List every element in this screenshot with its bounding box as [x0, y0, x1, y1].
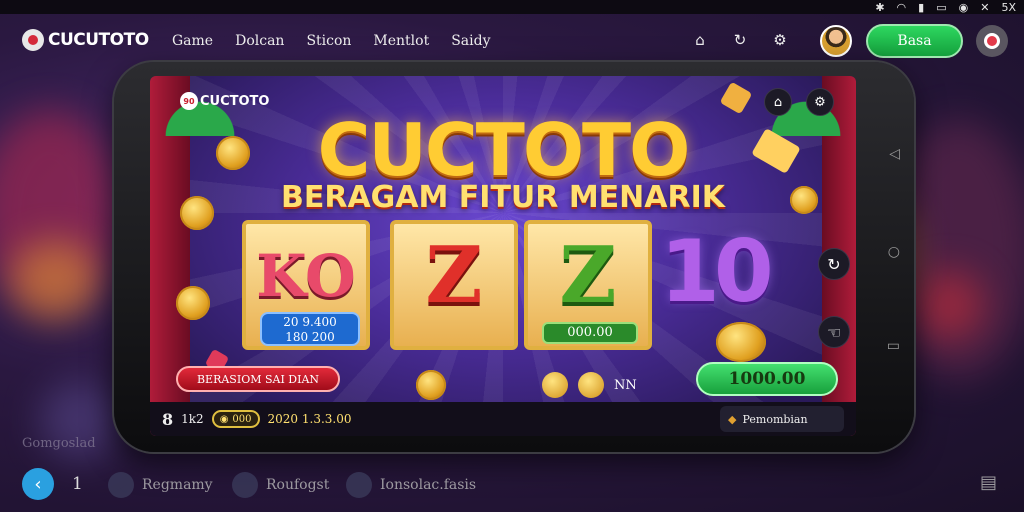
coin-icon	[578, 372, 604, 398]
main-nav: Game Dolcan Sticon Mentlot Saidy	[172, 33, 491, 49]
phone-back-icon[interactable]: ◁	[889, 146, 900, 162]
footer-item-icon	[108, 472, 134, 498]
treasure-icon: ◆	[728, 412, 737, 426]
refresh-icon[interactable]: ↻	[818, 248, 850, 280]
wifi-icon: ◠	[896, 0, 907, 14]
alarm-icon: ◉	[958, 0, 969, 14]
mini-label: NN	[614, 377, 637, 393]
battery-icon: ▭	[936, 0, 947, 14]
phone-frame: ◁ ○ ▭ 90 CUCTOTO ⌂ ⚙ CUCTOTO BERAGAM FIT…	[114, 62, 914, 452]
reel-symbol: KO	[256, 242, 356, 310]
reel-3: Z 000.00	[524, 220, 652, 350]
menu-icon[interactable]: ▤	[980, 472, 997, 493]
reel-symbol: Z	[559, 230, 617, 321]
nav-item-game[interactable]: Game	[172, 33, 213, 49]
header-icons: ⌂ ↻ ⚙	[690, 30, 790, 50]
footer-item-3[interactable]: Ionsolac.fasis	[346, 472, 476, 498]
reel-1: KO 20 9.400 180 200	[242, 220, 370, 350]
reel-info-line: 20 9.400	[283, 315, 337, 329]
level-value: 8	[162, 409, 174, 429]
reel-info-line: 180 200	[285, 330, 335, 344]
login-button[interactable]: Basa	[866, 24, 963, 58]
phone-home-icon[interactable]: ○	[888, 244, 900, 260]
level-label: 1k2	[181, 412, 204, 426]
bottom-bar-left: 8 1k2 ◉ 000 2020 1.3.3.00	[162, 410, 352, 429]
coin-icon	[790, 186, 818, 214]
profile-icon	[984, 33, 1000, 49]
avatar[interactable]	[820, 25, 852, 57]
section-label: Gomgoslad	[22, 436, 96, 451]
footer-item-label: Roufogst	[266, 477, 330, 493]
nav-item-mentlot[interactable]: Mentlot	[373, 33, 429, 49]
game-subtitle: BERAGAM FITUR MENARIK	[280, 180, 726, 215]
right-label: Pemombian	[742, 412, 808, 426]
phone-recent-icon[interactable]: ▭	[887, 338, 900, 354]
reel-amount: 000.00	[542, 322, 638, 344]
coin-icon	[176, 286, 210, 320]
reel-2: Z	[390, 220, 518, 350]
footer-item-2[interactable]: Roufogst	[232, 472, 329, 498]
bottom-bar-right[interactable]: ◆ Pemombian	[720, 406, 844, 432]
refresh-icon[interactable]: ↻	[730, 30, 750, 50]
footer-item-1[interactable]: Regmamy	[108, 472, 213, 498]
reel-symbol: Z	[425, 230, 483, 321]
footer-item-icon	[346, 472, 372, 498]
chip-badge[interactable]: ◉ 000	[211, 410, 260, 428]
bluetooth-icon: ✱	[875, 0, 885, 14]
footer-item-icon	[232, 472, 258, 498]
close-icon[interactable]: ✕	[980, 1, 989, 14]
game-screen[interactable]: 90 CUCTOTO ⌂ ⚙ CUCTOTO BERAGAM FITUR MEN…	[150, 76, 856, 436]
settings-icon[interactable]: ⚙	[770, 30, 790, 50]
brand-name: CUCUTOTO	[48, 30, 149, 50]
status-icons: ✱ ◠ ▮ ▭ ◉ ✕ 5X	[875, 0, 1016, 14]
home-icon[interactable]: ⌂	[690, 30, 710, 50]
coin-icon: ◉	[219, 413, 229, 425]
status-clock: 5X	[1001, 0, 1016, 14]
coin-icon	[216, 136, 250, 170]
page-number: 1	[72, 474, 83, 494]
signal-icon: ▮	[918, 0, 925, 14]
footer-item-label: Regmamy	[142, 477, 213, 493]
status-bar: ✱ ◠ ▮ ▭ ◉ ✕ 5X	[0, 0, 1024, 14]
back-button[interactable]: ‹	[22, 468, 54, 500]
coin-icon	[416, 370, 446, 400]
reel-symbol-ten: 10	[660, 222, 774, 322]
win-amount-button[interactable]: 1000.00	[696, 362, 838, 396]
coin-icon	[542, 372, 568, 398]
coin-icon	[180, 196, 214, 230]
header: CUCUTOTO Game Dolcan Sticon Mentlot Said…	[0, 14, 1024, 68]
game-bottom-bar: 8 1k2 ◉ 000 2020 1.3.3.00 ◆ Pemombian	[150, 402, 856, 436]
nav-item-dolcan[interactable]: Dolcan	[235, 33, 284, 49]
logo-mark-icon	[22, 29, 44, 51]
chip-label: 000	[232, 413, 252, 425]
reel-info: 20 9.400 180 200	[260, 312, 360, 346]
game-logo-text: CUCTOTO	[200, 93, 270, 109]
footer-row: ‹ 1 Regmamy Roufogst Ionsolac.fasis ▤	[0, 468, 1024, 504]
brand-logo[interactable]: CUCUTOTO	[22, 29, 149, 51]
feature-button[interactable]: BERASIOM SAI DIAN	[176, 366, 340, 392]
profile-button[interactable]	[976, 25, 1008, 57]
nav-item-saidy[interactable]: Saidy	[451, 33, 490, 49]
nav-item-sticon[interactable]: Sticon	[306, 33, 351, 49]
mini-coins: NN	[542, 372, 637, 398]
hand-icon[interactable]: ☜	[818, 316, 850, 348]
footer-item-label: Ionsolac.fasis	[380, 477, 477, 493]
coin-icon	[716, 322, 766, 362]
balance-value: 2020 1.3.3.00	[267, 412, 352, 426]
chevron-left-icon: ‹	[34, 473, 42, 495]
